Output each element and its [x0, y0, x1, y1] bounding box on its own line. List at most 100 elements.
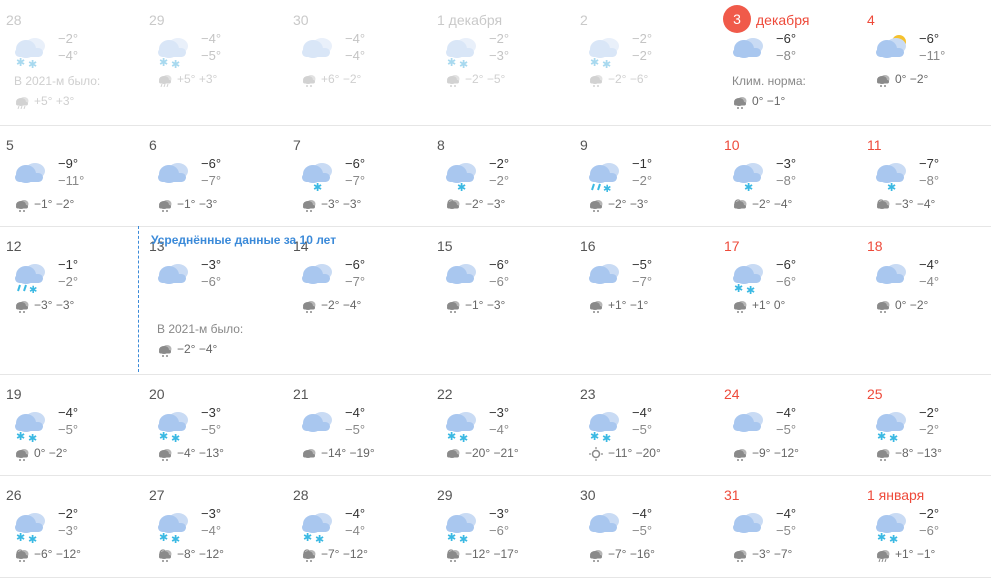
- day-cell[interactable]: 22 ✱ ✱ −3° −4° −20° −21°: [431, 374, 572, 475]
- svg-text:✱: ✱: [459, 533, 468, 545]
- temperatures: −4° −5°: [776, 404, 796, 438]
- svg-text:✱: ✱: [171, 58, 180, 70]
- snow2-icon: ✱ ✱: [728, 258, 768, 297]
- day-cell[interactable]: 2 ✱ ✱ −2° −2° −2° −6°: [574, 0, 715, 125]
- day-cell[interactable]: 8 ✱ −2° −2° −2° −3°: [431, 125, 572, 226]
- snow-cloud-icon: ✱ ✱: [584, 32, 624, 71]
- day-cell[interactable]: 24 −4° −5° −9° −12°: [718, 374, 859, 475]
- temp-day: −2°: [919, 405, 940, 420]
- day-cell[interactable]: 4 −6° −11° 0° −2°: [861, 0, 991, 125]
- cloud-icon: [441, 258, 481, 292]
- temp-night: −11°: [58, 173, 85, 188]
- day-cell[interactable]: 28 ✱ ✱ −4° −4° −7° −12°: [287, 475, 428, 577]
- norm-values: −3° −4°: [895, 197, 936, 211]
- day-cell[interactable]: 3 декабря −6° −8° Клим. норма: 0° −1°: [718, 0, 859, 125]
- temperatures: −2° −4°: [58, 30, 78, 64]
- day-cell[interactable]: 23 ✱ ✱ −4° −5° −11° −20°: [574, 374, 715, 475]
- day-cell[interactable]: 7 ✱ −6° −7° −3° −3°: [287, 125, 428, 226]
- day-cell[interactable]: 1 января ✱ ✱ −2° −6° +1° −1°: [861, 475, 991, 577]
- climate-norm: −20° −21°: [445, 446, 519, 461]
- norm-values: −14° −19°: [321, 446, 375, 460]
- day-cell[interactable]: 17 ✱ ✱ −6° −6° +1° 0°: [718, 226, 859, 374]
- svg-text:✱: ✱: [315, 533, 324, 545]
- snow2-icon: ✱ ✱: [871, 406, 911, 445]
- day-cell[interactable]: 18 −4° −4° 0° −2°: [861, 226, 991, 374]
- snow-cloud-icon: ✱ ✱: [441, 32, 481, 71]
- day-cell[interactable]: 15 −6° −6° −1° −3°: [431, 226, 572, 374]
- day-number: 1 декабря: [437, 12, 503, 28]
- climate-norm: −2° −4°: [157, 342, 217, 357]
- day-cell[interactable]: 6 −6° −7° −1° −3°: [143, 125, 284, 226]
- day-number: 19: [6, 386, 22, 402]
- day-cell[interactable]: 16 −5° −7° +1° −1°: [574, 226, 715, 374]
- temp-day: −5°: [632, 257, 653, 272]
- day-cell[interactable]: 13 −3° −6° В 2021-м было: −2° −4°: [143, 226, 284, 374]
- day-cell[interactable]: 9 ✱ −1° −2° −2° −3°: [574, 125, 715, 226]
- day-cell[interactable]: 5 −9° −11° −1° −2°: [0, 125, 141, 226]
- week-row: 28 ✱ ✱ −2° −4° В 2021-м было: +5° +3° 29 ✱ ✱ −…: [0, 0, 991, 126]
- snow2-icon: ✱ ✱: [297, 507, 337, 546]
- temp-day: −6°: [776, 31, 797, 46]
- snow2-icon: ✱ ✱: [871, 507, 911, 546]
- svg-text:✱: ✱: [746, 284, 755, 296]
- svg-text:✱: ✱: [602, 432, 611, 444]
- norm-values: −6° −12°: [34, 547, 81, 561]
- day-number: 17: [724, 238, 740, 254]
- norm-values: −2° −5°: [465, 72, 506, 86]
- day-cell[interactable]: 31 −4° −5° −3° −7°: [718, 475, 859, 577]
- day-cell[interactable]: 30 −4° −5° −7° −16°: [574, 475, 715, 577]
- day-cell[interactable]: 14 −6° −7° −2° −4°: [287, 226, 428, 374]
- day-cell[interactable]: 29 ✱ ✱ −4° −5° +5° +3°: [143, 0, 284, 125]
- norm-values: 0° −2°: [895, 298, 929, 312]
- day-cell[interactable]: 21 −4° −5° −14° −19°: [287, 374, 428, 475]
- day-cell[interactable]: 10 ✱ −3° −8° −2° −4°: [718, 125, 859, 226]
- norm-values: 0° −2°: [34, 446, 68, 460]
- climate-norm: 0° −2°: [875, 298, 928, 313]
- day-cell[interactable]: 27 ✱ ✱ −3° −4° −8° −12°: [143, 475, 284, 577]
- day-cell[interactable]: 1 декабря ✱ ✱ −2° −3° −2° −5°: [431, 0, 572, 125]
- day-cell[interactable]: 29 ✱ ✱ −3° −6° −12° −17°: [431, 475, 572, 577]
- day-number: 7: [293, 137, 301, 153]
- temp-day: −3°: [201, 506, 222, 521]
- day-number: 18: [867, 238, 883, 254]
- temp-night: −4°: [201, 523, 222, 538]
- norm-values: +1° −1°: [895, 547, 936, 561]
- temp-day: −2°: [58, 31, 79, 46]
- svg-text:✱: ✱: [877, 430, 886, 443]
- day-cell[interactable]: 25 ✱ ✱ −2° −2° −8° −13°: [861, 374, 991, 475]
- temperatures: −2° −2°: [632, 30, 652, 64]
- climate-norm: −2° −4°: [732, 197, 792, 212]
- climate-norm: +1° −1°: [875, 547, 935, 562]
- norm-values: −1° −3°: [177, 197, 218, 211]
- temp-day: −4°: [632, 506, 653, 521]
- temp-day: −2°: [632, 31, 653, 46]
- temp-night: −7°: [345, 274, 366, 289]
- temperatures: −4° −5°: [58, 404, 78, 438]
- norm-values: −1° −2°: [34, 197, 75, 211]
- norm-values: −2° −3°: [608, 197, 649, 211]
- day-cell[interactable]: 19 ✱ ✱ −4° −5° 0° −2°: [0, 374, 141, 475]
- day-cell[interactable]: 12 ✱ −1° −2° −3° −3°: [0, 226, 141, 374]
- day-number: 12: [6, 238, 22, 254]
- svg-text:✱: ✱: [16, 56, 25, 69]
- temperatures: −3° −4°: [489, 404, 509, 438]
- temp-day: −7°: [919, 156, 940, 171]
- temp-night: −5°: [345, 422, 366, 437]
- climate-norm: −1° −2°: [14, 197, 74, 212]
- snow2-icon: ✱ ✱: [10, 406, 50, 445]
- day-cell[interactable]: 20 ✱ ✱ −3° −5° −4° −13°: [143, 374, 284, 475]
- day-number: 16: [580, 238, 596, 254]
- temp-night: −6°: [919, 523, 940, 538]
- norm-values: −8° −13°: [895, 446, 942, 460]
- norm-values: −20° −21°: [465, 446, 519, 460]
- temp-night: −2°: [919, 422, 940, 437]
- day-cell[interactable]: 30 −4° −4° +6° −2°: [287, 0, 428, 125]
- temp-day: −4°: [201, 31, 222, 46]
- day-cell[interactable]: 28 ✱ ✱ −2° −4° В 2021-м было: +5° +3°: [0, 0, 141, 125]
- temp-night: −8°: [776, 48, 797, 63]
- temp-night: −5°: [776, 523, 797, 538]
- snow2-icon: ✱ ✱: [10, 507, 50, 546]
- day-cell[interactable]: 11 ✱ −7° −8° −3° −4°: [861, 125, 991, 226]
- day-cell[interactable]: 26 ✱ ✱ −2° −3° −6° −12°: [0, 475, 141, 577]
- temp-day: −3°: [489, 405, 510, 420]
